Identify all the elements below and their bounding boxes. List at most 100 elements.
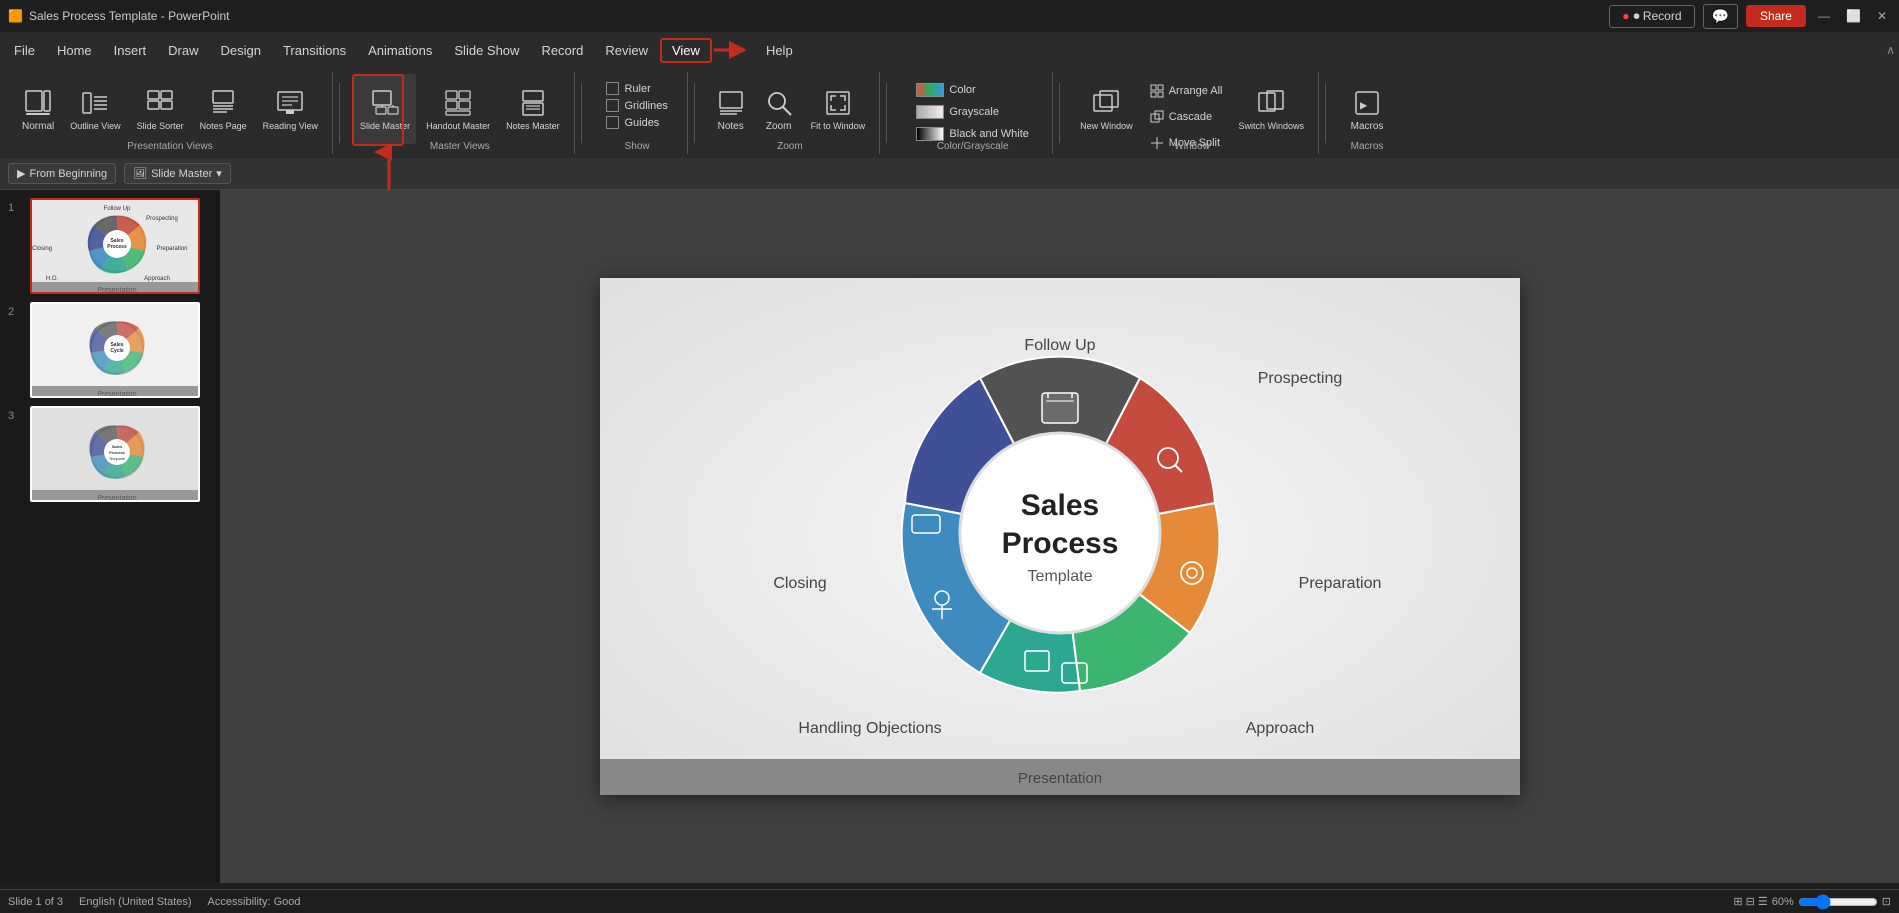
new-window-icon bbox=[1090, 87, 1122, 119]
guides-checkbox[interactable] bbox=[606, 116, 619, 129]
slide-number-2: 2 bbox=[8, 302, 24, 318]
btn-macros[interactable]: ▶ Macros bbox=[1345, 74, 1390, 144]
maximize-icon[interactable]: ⬜ bbox=[1842, 9, 1865, 23]
btn-handout-master[interactable]: Handout Master bbox=[420, 74, 496, 144]
slide-thumb-2[interactable]: Sales Cycle Presentation bbox=[30, 302, 200, 398]
menu-design[interactable]: Design bbox=[211, 39, 271, 62]
fit-btn[interactable]: ⊡ bbox=[1882, 895, 1891, 908]
ribbon-group-macros: ▶ Macros Macros bbox=[1332, 72, 1402, 154]
slide-thumb-1[interactable]: Sales Process Follow Up Prospecting Prep… bbox=[30, 198, 200, 294]
play-icon: ▶ bbox=[17, 167, 25, 180]
slide-master-icon bbox=[369, 87, 401, 119]
btn-cascade[interactable]: Cascade bbox=[1143, 106, 1229, 128]
btn-color[interactable]: Color bbox=[910, 80, 1034, 100]
macros-label: Macros bbox=[1351, 141, 1384, 152]
bw-indicator bbox=[916, 127, 944, 141]
minimize-icon[interactable]: — bbox=[1814, 9, 1834, 23]
slide-item-1[interactable]: 1 Sales Process bbox=[8, 198, 212, 294]
svg-text:Process: Process bbox=[1001, 527, 1118, 560]
svg-text:Preparation: Preparation bbox=[156, 246, 187, 252]
btn-switch-windows[interactable]: Switch Windows bbox=[1233, 74, 1311, 144]
switch-windows-icon bbox=[1255, 87, 1287, 119]
btn-zoom[interactable]: Zoom bbox=[757, 74, 801, 144]
menu-view[interactable]: View bbox=[660, 38, 712, 63]
btn-slide-sorter[interactable]: Slide Sorter bbox=[131, 74, 190, 144]
ribbon-group-show: Ruler Gridlines Guides Show bbox=[588, 72, 688, 154]
notes-icon bbox=[715, 87, 747, 119]
qa-slide-master[interactable]: 🖼 Slide Master ▾ bbox=[124, 163, 231, 184]
ribbon-group-window: New Window Arrange All Cascade bbox=[1066, 72, 1319, 154]
menu-draw[interactable]: Draw bbox=[158, 39, 208, 62]
zoom-icon bbox=[763, 87, 795, 119]
notes-master-icon bbox=[517, 87, 549, 119]
status-bar: Slide 1 of 3 English (United States) Acc… bbox=[0, 889, 1899, 913]
ribbon: Normal Outline View Slide Sorter bbox=[0, 68, 1899, 158]
gridlines-checkbox[interactable] bbox=[606, 99, 619, 112]
svg-text:Template: Template bbox=[1027, 568, 1092, 585]
ruler-checkbox[interactable] bbox=[606, 82, 619, 95]
zoom-slider[interactable] bbox=[1798, 894, 1878, 910]
slide-item-3[interactable]: 3 Sales Process Template bbox=[8, 406, 212, 502]
ribbon-group-color: Color Grayscale Black and White Color/Gr… bbox=[893, 72, 1053, 154]
zoom-level: 60% bbox=[1772, 896, 1794, 908]
svg-text:Follow Up: Follow Up bbox=[1024, 337, 1095, 354]
macros-icon: ▶ bbox=[1351, 87, 1383, 119]
zoom-controls: ⊞ ⊟ ☰ 60% ⊡ bbox=[1733, 894, 1891, 910]
svg-text:Template: Template bbox=[109, 456, 126, 461]
btn-notes-page[interactable]: Notes Page bbox=[194, 74, 253, 144]
menu-record[interactable]: Record bbox=[531, 39, 593, 62]
menu-review[interactable]: Review bbox=[595, 39, 658, 62]
svg-text:Presentation: Presentation bbox=[97, 287, 136, 294]
svg-text:Preparation: Preparation bbox=[1298, 575, 1381, 592]
svg-text:Prospecting: Prospecting bbox=[146, 216, 178, 222]
btn-normal[interactable]: Normal bbox=[16, 74, 60, 144]
app-icon: 🟧 bbox=[8, 9, 23, 23]
record-title-btn[interactable]: ● ⏺ Record bbox=[1609, 5, 1694, 28]
svg-text:Approach: Approach bbox=[144, 276, 170, 282]
menu-slideshow[interactable]: Slide Show bbox=[444, 39, 529, 62]
slide-item-2[interactable]: 2 Sales Cycle Presenta bbox=[8, 302, 212, 398]
ribbon-group-master-views: Slide Master Handout Master Notes Master… bbox=[346, 72, 575, 154]
reading-view-icon bbox=[274, 87, 306, 119]
accessibility-info: Accessibility: Good bbox=[208, 896, 301, 908]
slide-sorter-icon bbox=[144, 87, 176, 119]
slide-thumb-3[interactable]: Sales Process Template Presentation bbox=[30, 406, 200, 502]
qa-from-beginning[interactable]: ▶ From Beginning bbox=[8, 163, 116, 184]
comments-icon: 💬 bbox=[1712, 8, 1729, 24]
ribbon-group-zoom: Notes Zoom Fit to Window Zoom bbox=[701, 72, 881, 154]
btn-grayscale[interactable]: Grayscale bbox=[910, 102, 1034, 122]
slide-canvas[interactable]: Sales Process Template bbox=[600, 278, 1520, 795]
checkbox-gridlines[interactable]: Gridlines bbox=[606, 99, 667, 112]
btn-fit-to-window[interactable]: Fit to Window bbox=[805, 74, 872, 144]
menu-transitions[interactable]: Transitions bbox=[273, 39, 356, 62]
svg-text:Presentation: Presentation bbox=[97, 495, 136, 502]
svg-text:Sales: Sales bbox=[1020, 489, 1098, 522]
cascade-icon bbox=[1149, 109, 1165, 125]
btn-notes-master[interactable]: Notes Master bbox=[500, 74, 566, 144]
menu-home[interactable]: Home bbox=[47, 39, 102, 62]
menu-animations[interactable]: Animations bbox=[358, 39, 442, 62]
svg-text:Follow Up: Follow Up bbox=[104, 206, 131, 212]
btn-notes[interactable]: Notes bbox=[709, 74, 753, 144]
btn-slide-master[interactable]: Slide Master bbox=[354, 74, 416, 144]
comments-btn[interactable]: 💬 bbox=[1703, 4, 1738, 29]
btn-arrange-all[interactable]: Arrange All bbox=[1143, 80, 1229, 102]
svg-text:Sales: Sales bbox=[112, 444, 123, 449]
svg-text:Cycle: Cycle bbox=[110, 348, 124, 354]
menu-insert[interactable]: Insert bbox=[104, 39, 157, 62]
btn-outline-view[interactable]: Outline View bbox=[64, 74, 126, 144]
svg-text:▶: ▶ bbox=[1360, 98, 1368, 112]
share-btn[interactable]: Share bbox=[1746, 5, 1806, 27]
presentation-views-label: Presentation Views bbox=[127, 141, 212, 152]
btn-new-window[interactable]: New Window bbox=[1074, 74, 1139, 144]
menu-help[interactable]: Help bbox=[756, 39, 803, 62]
checkbox-ruler[interactable]: Ruler bbox=[606, 82, 667, 95]
checkbox-guides[interactable]: Guides bbox=[606, 116, 667, 129]
svg-text:Closing: Closing bbox=[773, 575, 826, 592]
svg-text:Prospecting: Prospecting bbox=[1257, 370, 1342, 387]
close-icon[interactable]: ✕ bbox=[1873, 9, 1891, 23]
zoom-label: Zoom bbox=[777, 141, 803, 152]
ribbon-collapse-btn[interactable]: ∧ bbox=[1886, 43, 1895, 57]
menu-file[interactable]: File bbox=[4, 39, 45, 62]
btn-reading-view[interactable]: Reading View bbox=[257, 74, 324, 144]
